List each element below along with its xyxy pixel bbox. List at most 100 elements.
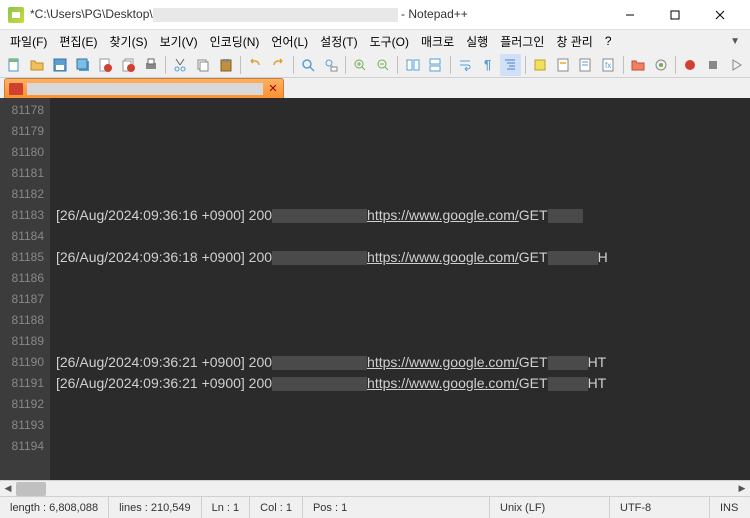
horizontal-scrollbar[interactable]: ◀ ▶: [0, 480, 750, 496]
menu-tools[interactable]: 도구(O): [364, 31, 415, 52]
status-col: Col : 1: [250, 497, 303, 518]
scroll-right-icon[interactable]: ▶: [734, 481, 750, 497]
menu-window[interactable]: 창 관리: [550, 31, 598, 52]
editor[interactable]: 8117881179811808118181182811838118481185…: [0, 98, 750, 480]
menu-settings[interactable]: 설정(T): [314, 31, 363, 52]
find-icon[interactable]: [297, 54, 318, 76]
redacted-text: [272, 209, 367, 223]
code-line[interactable]: [26/Aug/2024:09:36:21 +0900] 200 https:/…: [50, 373, 750, 394]
folder-workspace-icon[interactable]: [627, 54, 648, 76]
function-list-icon[interactable]: fx: [598, 54, 619, 76]
line-number: 81184: [0, 226, 50, 247]
menu-help[interactable]: ?: [599, 32, 618, 50]
show-all-chars-icon[interactable]: ¶: [477, 54, 498, 76]
file-tab[interactable]: ✕: [4, 78, 284, 98]
copy-icon[interactable]: [193, 54, 214, 76]
code-line[interactable]: [50, 331, 750, 352]
scroll-track[interactable]: [16, 481, 734, 497]
close-file-icon[interactable]: [95, 54, 116, 76]
cut-icon[interactable]: [170, 54, 191, 76]
line-number: 81186: [0, 268, 50, 289]
code-line[interactable]: [50, 415, 750, 436]
paste-icon[interactable]: [215, 54, 236, 76]
code-line[interactable]: [50, 289, 750, 310]
status-length: length : 6,808,088: [0, 497, 109, 518]
udl-icon[interactable]: [530, 54, 551, 76]
menu-overflow-icon[interactable]: ▼: [724, 36, 746, 47]
tabbar: ✕: [0, 78, 750, 98]
redacted-text: [272, 356, 367, 370]
url-link[interactable]: https://www.google.com/: [367, 373, 519, 394]
scroll-thumb[interactable]: [16, 482, 46, 496]
line-number: 81193: [0, 415, 50, 436]
maximize-button[interactable]: [652, 1, 697, 29]
code-line[interactable]: [26/Aug/2024:09:36:16 +0900] 200 https:/…: [50, 205, 750, 226]
menu-macro[interactable]: 매크로: [415, 31, 460, 52]
menubar: 파일(F) 편집(E) 찾기(S) 보기(V) 인코딩(N) 언어(L) 설정(…: [0, 30, 750, 52]
status-pos: Pos : 1: [303, 497, 490, 518]
record-icon[interactable]: [680, 54, 701, 76]
menu-search[interactable]: 찾기(S): [103, 31, 153, 52]
menu-edit[interactable]: 편집(E): [53, 31, 103, 52]
line-number: 81181: [0, 163, 50, 184]
scroll-left-icon[interactable]: ◀: [0, 481, 16, 497]
save-all-icon[interactable]: [72, 54, 93, 76]
menu-view[interactable]: 보기(V): [154, 31, 204, 52]
code-line[interactable]: [50, 310, 750, 331]
menu-file[interactable]: 파일(F): [4, 31, 53, 52]
new-file-icon[interactable]: [4, 54, 25, 76]
sync-v-icon[interactable]: [402, 54, 423, 76]
code-line[interactable]: [50, 163, 750, 184]
redo-icon[interactable]: [268, 54, 289, 76]
play-icon[interactable]: [725, 54, 746, 76]
code-line[interactable]: [50, 142, 750, 163]
doc-list-icon[interactable]: [575, 54, 596, 76]
url-link[interactable]: https://www.google.com/: [367, 247, 519, 268]
code-line[interactable]: [50, 100, 750, 121]
tab-close-icon[interactable]: ✕: [267, 83, 279, 95]
minimize-button[interactable]: [607, 1, 652, 29]
close-all-icon[interactable]: [118, 54, 139, 76]
status-eol[interactable]: Unix (LF): [490, 497, 610, 518]
save-icon[interactable]: [49, 54, 70, 76]
url-link[interactable]: https://www.google.com/: [367, 205, 519, 226]
menu-language[interactable]: 언어(L): [265, 31, 314, 52]
url-link[interactable]: https://www.google.com/: [367, 352, 519, 373]
zoom-out-icon[interactable]: [373, 54, 394, 76]
close-button[interactable]: [697, 1, 742, 29]
stop-icon[interactable]: [703, 54, 724, 76]
line-number: 81191: [0, 373, 50, 394]
open-file-icon[interactable]: [27, 54, 48, 76]
sync-h-icon[interactable]: [425, 54, 446, 76]
status-encoding[interactable]: UTF-8: [610, 497, 710, 518]
wordwrap-icon[interactable]: [455, 54, 476, 76]
undo-icon[interactable]: [245, 54, 266, 76]
code-line[interactable]: [50, 394, 750, 415]
statusbar: length : 6,808,088 lines : 210,549 Ln : …: [0, 496, 750, 518]
zoom-in-icon[interactable]: [350, 54, 371, 76]
menu-run[interactable]: 실행: [460, 31, 494, 52]
code-area[interactable]: [26/Aug/2024:09:36:16 +0900] 200 https:/…: [50, 98, 750, 480]
toolbar: ¶ fx: [0, 52, 750, 78]
window-title: *C:\Users\PG\Desktop\ - Notepad++: [30, 7, 607, 22]
replace-icon[interactable]: [320, 54, 341, 76]
code-line[interactable]: [50, 226, 750, 247]
menu-plugins[interactable]: 플러그인: [494, 31, 550, 52]
code-line[interactable]: [50, 184, 750, 205]
redacted-text: [272, 251, 367, 265]
status-mode[interactable]: INS: [710, 497, 750, 518]
code-line[interactable]: [50, 121, 750, 142]
code-line[interactable]: [26/Aug/2024:09:36:21 +0900] 200 https:/…: [50, 352, 750, 373]
monitor-icon[interactable]: [650, 54, 671, 76]
menu-encoding[interactable]: 인코딩(N): [204, 31, 266, 52]
doc-map-icon[interactable]: [552, 54, 573, 76]
indent-guide-icon[interactable]: [500, 54, 521, 76]
redacted-text: [548, 251, 598, 265]
print-icon[interactable]: [140, 54, 161, 76]
code-line[interactable]: [50, 436, 750, 457]
redacted-text: [272, 377, 367, 391]
code-line[interactable]: [26/Aug/2024:09:36:18 +0900] 200 https:/…: [50, 247, 750, 268]
window-controls: [607, 1, 742, 29]
code-line[interactable]: [50, 268, 750, 289]
line-number: 81189: [0, 331, 50, 352]
